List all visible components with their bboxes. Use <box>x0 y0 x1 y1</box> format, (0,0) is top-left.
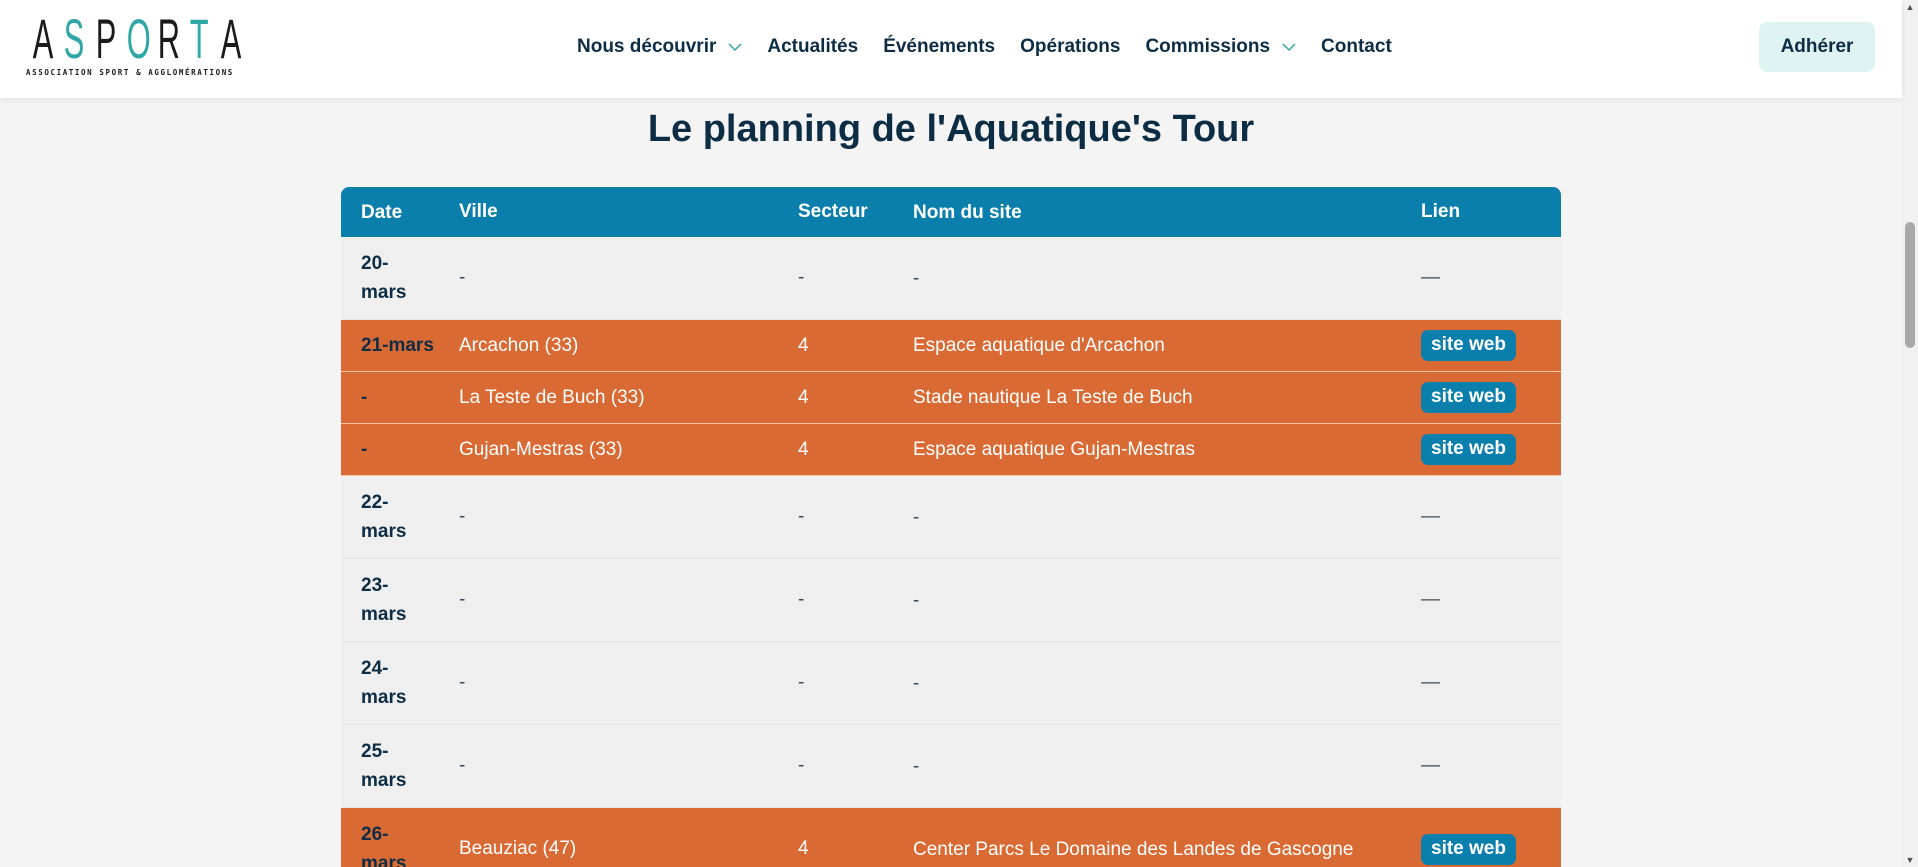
cell-lien: — <box>1421 267 1440 288</box>
chevron-down-icon <box>728 43 742 52</box>
logo-letter: P <box>95 7 116 70</box>
site-web-link-button[interactable]: site web <box>1421 833 1516 865</box>
nav-item-label: Actualités <box>767 36 859 57</box>
site-web-link-button[interactable]: site web <box>1421 330 1516 361</box>
logo-letter: T <box>189 7 209 70</box>
cell-ville: - <box>459 672 466 693</box>
page-title: Le planning de l'Aquatique's Tour <box>647 108 1255 150</box>
cell-nom-du-site: Espace aquatique d'Arcachon <box>913 335 1165 356</box>
site-header: A S P O R T A ASSOCIATION SPORT & AGGLOM… <box>0 0 1902 98</box>
column-header-nom-du-site: Nom du site <box>913 201 1022 223</box>
logo-letter: A <box>32 7 54 70</box>
nav-item-label: Commissions <box>1145 36 1271 57</box>
cell-nom-du-site: - <box>913 506 920 528</box>
planning-table: Date Ville Secteur Nom du site Lien 20-m… <box>341 187 1561 867</box>
cell-nom-du-site: Center Parcs Le Domaine des Landes de Ga… <box>913 838 1354 860</box>
logo-letter: S <box>64 7 85 70</box>
cell-lien: — <box>1421 672 1440 693</box>
cell-ville: Arcachon (33) <box>459 334 579 356</box>
nav-item-label: Contact <box>1321 36 1392 57</box>
cell-date: - <box>361 439 368 460</box>
cell-date: 26-mars <box>361 824 407 867</box>
cell-date: 20-mars <box>361 253 407 303</box>
asporta-logo[interactable]: A S P O R T A ASSOCIATION SPORT & AGGLOM… <box>26 7 246 80</box>
cell-ville: - <box>459 267 466 288</box>
nav-item-actualites[interactable]: Actualités <box>767 36 858 58</box>
cell-lien: site web <box>1421 330 1561 361</box>
cell-ville: Gujan-Mestras (33) <box>459 438 623 460</box>
cell-ville: La Teste de Buch (33) <box>459 386 645 408</box>
cell-ville: - <box>459 506 466 527</box>
column-header-secteur: Secteur <box>798 201 868 222</box>
nav-item-operations[interactable]: Opérations <box>1020 36 1120 58</box>
nav-item-commissions[interactable]: Commissions <box>1145 36 1296 58</box>
cell-secteur: - <box>798 267 805 288</box>
cell-lien: — <box>1421 506 1440 527</box>
cell-date: 21-mars <box>361 335 434 356</box>
cell-nom-du-site: Stade nautique La Teste de Buch <box>913 387 1193 408</box>
page-scrollbar[interactable]: ▲ ▼ <box>1902 0 1918 867</box>
nav-item-contact[interactable]: Contact <box>1321 36 1392 58</box>
table-row: 25-mars - - - — <box>341 725 1561 808</box>
cell-secteur: 4 <box>798 386 809 408</box>
column-header-date: Date <box>361 201 403 223</box>
cell-ville: - <box>459 755 466 776</box>
nav-item-label: Nous découvrir <box>577 36 717 57</box>
nav-item-label: Événements <box>883 36 996 57</box>
logo-letter: R <box>158 7 181 70</box>
column-header-lien: Lien <box>1421 201 1461 222</box>
cell-secteur: - <box>798 672 805 693</box>
table-row: 21-mars Arcachon (33) 4 Espace aquatique d'… <box>341 320 1561 372</box>
logo-wordmark: A S P O R T A <box>26 7 244 70</box>
cell-lien: — <box>1421 589 1440 610</box>
cell-date: - <box>361 387 368 408</box>
table-row: - La Teste de Buch (33) 4 Stade nautique La… <box>341 372 1561 424</box>
cell-secteur: 4 <box>798 438 809 460</box>
cell-date: 24-mars <box>361 658 407 708</box>
cell-lien: — <box>1421 755 1440 776</box>
scrollbar-thumb[interactable] <box>1905 222 1915 348</box>
table-body: 20-mars - - - — 21-mars Arcachon (33) 4 Espace a… <box>341 237 1561 867</box>
cell-lien: site web <box>1421 434 1561 465</box>
cell-secteur: - <box>798 755 805 776</box>
scroll-up-arrow-icon[interactable]: ▲ <box>1905 2 1915 12</box>
cell-nom-du-site: - <box>913 589 920 611</box>
cell-ville: Beauziac (47) <box>459 838 577 859</box>
cell-date: 25-mars <box>361 741 407 791</box>
logo-letter: O <box>126 7 151 70</box>
table-row: 23-mars - - - — <box>341 559 1561 642</box>
cell-nom-du-site: Espace aquatique Gujan-Mestras <box>913 439 1195 460</box>
table-row: 26-mars Beauziac (47) 4 Center Parcs Le Dom… <box>341 808 1561 867</box>
cell-lien: site web <box>1421 833 1561 865</box>
cell-secteur: - <box>798 589 805 610</box>
table-header: Date Ville Secteur Nom du site Lien <box>341 187 1561 237</box>
cell-nom-du-site: - <box>913 755 920 777</box>
site-web-link-button[interactable]: site web <box>1421 382 1516 413</box>
chevron-down-icon <box>1282 43 1296 52</box>
join-button[interactable]: Adhérer <box>1759 22 1875 72</box>
column-header-ville: Ville <box>459 201 498 222</box>
site-web-link-button[interactable]: site web <box>1421 434 1516 465</box>
cell-lien: site web <box>1421 382 1561 413</box>
nav-item-label: Opérations <box>1020 36 1121 57</box>
scroll-down-arrow-icon[interactable]: ▼ <box>1905 855 1915 865</box>
cell-nom-du-site: - <box>913 267 920 289</box>
cell-date: 23-mars <box>361 575 407 625</box>
main-nav: Nous découvrir Actualités Événements Opé… <box>577 33 1417 61</box>
cell-secteur: 4 <box>798 334 809 356</box>
cell-ville: - <box>459 589 466 610</box>
table-row: 22-mars - - - — <box>341 476 1561 559</box>
cell-nom-du-site: - <box>913 672 920 694</box>
cell-date: 22-mars <box>361 492 407 542</box>
cell-secteur: - <box>798 506 805 527</box>
nav-item-evenements[interactable]: Événements <box>883 36 995 58</box>
logo-letter: A <box>220 7 242 70</box>
table-row: 24-mars - - - — <box>341 642 1561 725</box>
table-row: 20-mars - - - — <box>341 237 1561 320</box>
cell-secteur: 4 <box>798 838 809 859</box>
table-row: - Gujan-Mestras (33) 4 Espace aquatique Guj… <box>341 424 1561 476</box>
nav-item-nous-decouvrir[interactable]: Nous découvrir <box>577 36 742 58</box>
